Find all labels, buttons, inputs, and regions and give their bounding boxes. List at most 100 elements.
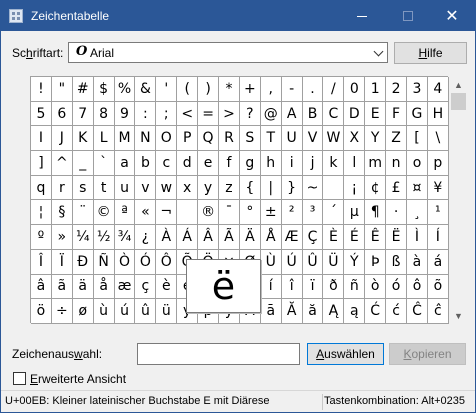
char-cell[interactable]: · [386, 200, 408, 226]
char-cell[interactable]: U [281, 126, 303, 152]
char-cell[interactable]: ñ [344, 274, 366, 300]
char-cell[interactable]: ! [31, 77, 52, 102]
char-cell[interactable]: * [219, 77, 240, 102]
char-cell[interactable]: Þ [365, 249, 387, 275]
char-cell[interactable]: ć [386, 299, 408, 324]
char-cell[interactable]: Ą [323, 299, 345, 324]
char-cell[interactable]: ) [198, 77, 220, 102]
char-cell[interactable]: G [407, 101, 428, 127]
char-cell[interactable]: : [135, 101, 157, 127]
char-cell[interactable]: Ã [219, 225, 240, 250]
char-cell[interactable]: z [219, 175, 240, 201]
char-cell[interactable]: ø [72, 299, 94, 324]
char-cell[interactable]: Ĉ [407, 299, 428, 324]
char-cell[interactable]: | [260, 175, 282, 201]
char-cell[interactable]: § [51, 200, 73, 226]
char-cell[interactable]: Ó [135, 249, 157, 275]
char-cell[interactable]: æ [114, 274, 136, 300]
char-cell[interactable]: Ë [386, 225, 408, 250]
char-cell[interactable]: b [135, 151, 157, 176]
char-cell[interactable]: » [51, 225, 73, 250]
char-cell[interactable]: l [344, 151, 366, 176]
char-cell[interactable]: @ [260, 101, 282, 127]
char-cell[interactable]: à [407, 249, 428, 275]
char-cell[interactable]: ( [177, 77, 199, 102]
char-cell[interactable]: ] [31, 151, 52, 176]
char-cell[interactable]: h [260, 151, 282, 176]
char-cell[interactable]: ^ [51, 151, 73, 176]
char-cell[interactable]: Ï [51, 249, 73, 275]
char-cell[interactable]: ã [51, 274, 73, 300]
char-cell[interactable]: Å [260, 225, 282, 250]
char-cell[interactable]: Ý [344, 249, 366, 275]
char-cell[interactable]: L [93, 126, 115, 152]
help-button[interactable]: Hilfe [394, 42, 467, 64]
char-cell[interactable]: , [260, 77, 282, 102]
char-cell[interactable]: ¿ [135, 225, 157, 250]
advanced-view-label[interactable]: Erweiterte Ansicht [30, 372, 126, 386]
char-cell[interactable]: t [93, 175, 115, 201]
char-cell[interactable]: ¬ [156, 200, 178, 226]
char-cell[interactable]: â [31, 274, 52, 300]
char-cell[interactable]: È [323, 225, 345, 250]
char-cell[interactable]: ² [281, 200, 303, 226]
title-bar[interactable]: Zeichentabelle ✕ [1, 1, 475, 31]
char-cell[interactable]: a [114, 151, 136, 176]
char-cell[interactable]: ½ [93, 225, 115, 250]
char-cell[interactable]: û [135, 299, 157, 324]
char-cell[interactable]: w [156, 175, 178, 201]
char-cell[interactable]: Æ [281, 225, 303, 250]
char-cell[interactable]: ¤ [407, 175, 428, 201]
char-cell[interactable]: n [386, 151, 408, 176]
char-cell[interactable]: ò [365, 274, 387, 300]
char-cell[interactable]: µ [344, 200, 366, 226]
char-cell[interactable]: 1 [365, 77, 387, 102]
char-cell[interactable]: ° [239, 200, 261, 226]
char-cell[interactable]: f [219, 151, 240, 176]
char-cell[interactable]: . [302, 77, 324, 102]
char-cell[interactable]: M [114, 126, 136, 152]
char-cell[interactable]: B [302, 101, 324, 127]
char-cell[interactable]: ' [156, 77, 178, 102]
char-cell[interactable]: õ [427, 274, 449, 300]
char-cell[interactable]: / [323, 77, 345, 102]
char-cell[interactable]: ä [72, 274, 94, 300]
char-cell[interactable]: ç [135, 274, 157, 300]
scroll-up-arrow-icon[interactable]: ▲ [450, 76, 467, 93]
scroll-thumb[interactable] [451, 93, 466, 110]
char-cell[interactable]: Q [198, 126, 220, 152]
char-cell[interactable]: v [135, 175, 157, 201]
char-cell[interactable]: Û [302, 249, 324, 275]
select-button[interactable]: Auswählen [307, 343, 384, 365]
char-cell[interactable]: É [344, 225, 366, 250]
char-cell[interactable]: Á [177, 225, 199, 250]
char-cell[interactable]: ¥ [427, 175, 449, 201]
char-cell[interactable]: W [323, 126, 345, 152]
char-cell[interactable]: y [198, 175, 220, 201]
char-cell[interactable]: À [156, 225, 178, 250]
char-cell[interactable]: Ð [72, 249, 94, 275]
char-cell[interactable]: > [219, 101, 240, 127]
char-cell[interactable]: ª [114, 200, 136, 226]
char-cell[interactable]: ð [323, 274, 345, 300]
char-cell[interactable]: Ć [365, 299, 387, 324]
char-cell[interactable]: ¾ [114, 225, 136, 250]
char-cell[interactable]: ¼ [72, 225, 94, 250]
char-cell[interactable]: Í [427, 225, 449, 250]
char-cell[interactable]: e [198, 151, 220, 176]
char-cell[interactable]: ´ [323, 200, 345, 226]
char-cell[interactable]: ß [386, 249, 408, 275]
char-cell[interactable]: j [302, 151, 324, 176]
char-cell[interactable]: s [72, 175, 94, 201]
char-cell[interactable]: 9 [114, 101, 136, 127]
char-cell[interactable]: k [323, 151, 345, 176]
char-cell[interactable]: { [239, 175, 261, 201]
char-cell[interactable]: P [177, 126, 199, 152]
char-cell[interactable]: 0 [344, 77, 366, 102]
char-cell[interactable]: º [31, 225, 52, 250]
char-cell[interactable]: - [281, 77, 303, 102]
char-cell[interactable]: 4 [427, 77, 449, 102]
char-cell[interactable]: ¯ [219, 200, 240, 226]
char-cell[interactable]: ā [260, 299, 282, 324]
char-cell[interactable]: ³ [302, 200, 324, 226]
